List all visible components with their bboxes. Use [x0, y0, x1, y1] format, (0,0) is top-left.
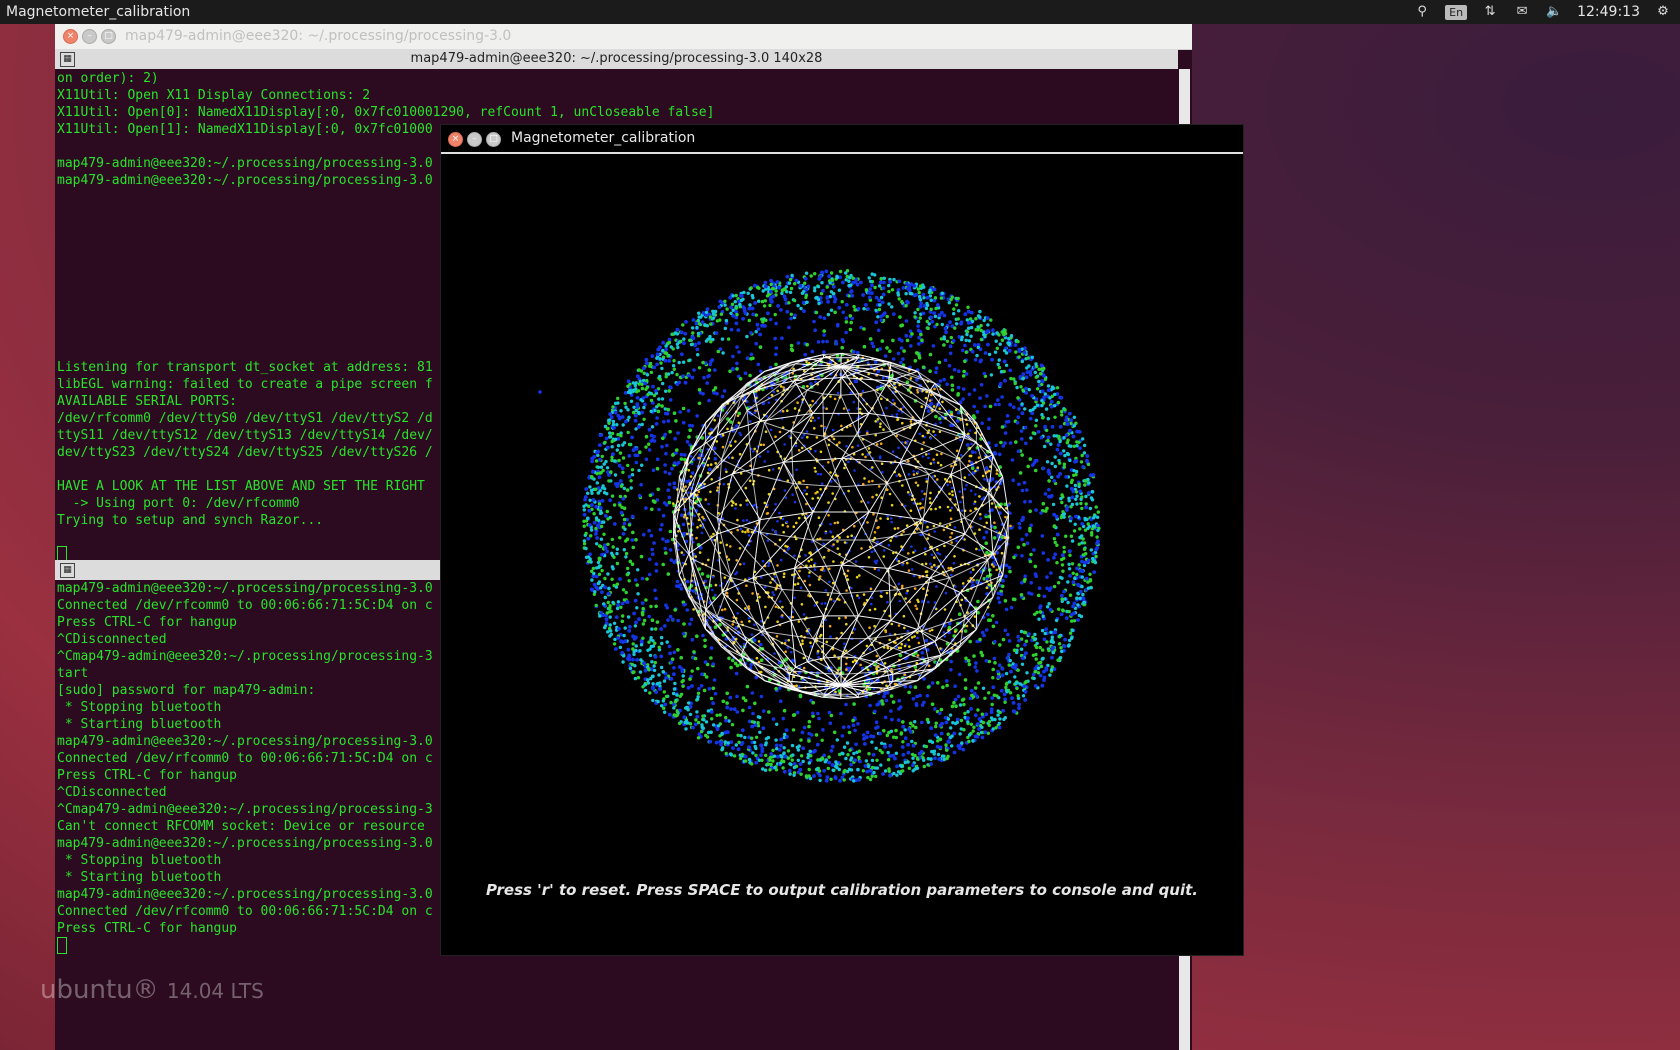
terminal-line: * Starting bluetooth [57, 717, 222, 732]
ellipsoid-wireframe [673, 352, 1009, 700]
mail-icon[interactable]: ✉ [1513, 4, 1531, 20]
close-icon[interactable]: × [63, 29, 78, 44]
terminal-line: map479-admin@eee320:~/.processing/proces… [57, 581, 433, 596]
terminal-line: Press CTRL-C for hangup [57, 615, 238, 630]
watermark-version: 14.04 LTS [166, 979, 264, 1003]
settings-icon[interactable]: ⚙ [1654, 4, 1672, 20]
terminal-line: ^CDisconnected [57, 785, 167, 800]
terminal-line: map479-admin@eee320:~/.processing/proces… [57, 734, 433, 749]
desktop-watermark: ubuntu® 14.04 LTS [40, 975, 264, 1005]
terminal-line: map479-admin@eee320:~/.processing/proces… [57, 887, 433, 902]
terminal-line: * Starting bluetooth [57, 870, 222, 885]
terminal-line: X11Util: Open[0]: NamedX11Display[:0, 0x… [57, 105, 715, 120]
calibration-canvas[interactable] [441, 154, 1243, 874]
terminal-line: tart [57, 666, 89, 681]
terminal-window-title: map479-admin@eee320: ~/.processing/proce… [125, 28, 512, 44]
terminal-line: [sudo] password for map479-admin: [57, 683, 316, 698]
terminal-line: ^Cmap479-admin@eee320:~/.processing/proc… [57, 802, 433, 817]
point-cloud [538, 269, 1101, 783]
terminal-line: X11Util: Open X11 Display Connections: 2 [57, 88, 371, 103]
terminal-pane1-title: map479-admin@eee320: ~/.processing/proce… [410, 51, 823, 66]
terminal-line: Press CTRL-C for hangup [57, 921, 238, 936]
close-icon[interactable]: × [448, 132, 463, 147]
volume-icon[interactable]: 🔈 [1545, 4, 1563, 20]
calibration-hint: Press 'r' to reset. Press SPACE to outpu… [485, 881, 1198, 899]
search-icon[interactable]: ⚲ [1413, 4, 1431, 20]
terminal-line: Connected /dev/rfcomm0 to 00:06:66:71:5C… [57, 751, 433, 766]
top-panel: Magnetometer_calibration ⚲ En ⇅ ✉ 🔈 12:4… [0, 0, 1680, 24]
watermark-brand: ubuntu [40, 975, 133, 1005]
sketch-window[interactable]: × – □ Magnetometer_calibration Press 'r'… [440, 124, 1244, 956]
minimize-icon[interactable]: – [467, 132, 482, 147]
terminal-line: ^CDisconnected [57, 632, 167, 647]
active-app-title: Magnetometer_calibration [6, 4, 191, 20]
terminal-line: Connected /dev/rfcomm0 to 00:06:66:71:5C… [57, 598, 433, 613]
maximize-icon[interactable]: □ [486, 132, 501, 147]
maximize-icon[interactable]: □ [101, 29, 116, 44]
terminal-line: map479-admin@eee320:~/.processing/proces… [57, 836, 433, 851]
keyboard-layout-icon[interactable]: En [1445, 4, 1468, 20]
terminal-line: * Stopping bluetooth [57, 853, 222, 868]
terminal-line: Can't connect RFCOMM socket: Device or r… [57, 819, 425, 834]
terminal-pane2-output[interactable]: map479-admin@eee320:~/.processing/proces… [57, 580, 433, 954]
network-icon[interactable]: ⇅ [1481, 4, 1499, 20]
sketch-window-title: Magnetometer_calibration [511, 130, 696, 146]
terminal-line: Connected /dev/rfcomm0 to 00:06:66:71:5C… [57, 904, 433, 919]
terminal-pane1-header[interactable]: ▦ map479-admin@eee320: ~/.processing/pro… [55, 49, 1178, 69]
clock[interactable]: 12:49:13 [1577, 0, 1640, 24]
minimize-icon[interactable]: – [82, 29, 97, 44]
terminal-cursor [57, 937, 67, 954]
terminal-line: ^Cmap479-admin@eee320:~/.processing/proc… [57, 649, 433, 664]
terminal-line: * Stopping bluetooth [57, 700, 222, 715]
sketch-titlebar[interactable]: × – □ Magnetometer_calibration [441, 125, 1243, 154]
system-tray: ⚲ En ⇅ ✉ 🔈 12:49:13 ⚙ [1413, 0, 1672, 24]
terminal-titlebar[interactable]: × – □ map479-admin@eee320: ~/.processing… [55, 24, 1192, 50]
terminal-line: on order): 2) [57, 71, 159, 86]
terminal-line: Press CTRL-C for hangup [57, 768, 238, 783]
